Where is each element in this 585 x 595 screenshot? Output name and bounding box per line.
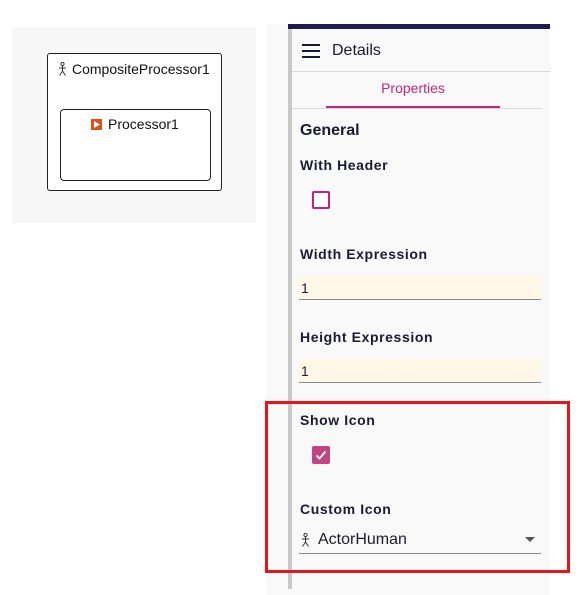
panel-resize-rail[interactable]: [288, 29, 292, 589]
panel-title: Details: [332, 42, 381, 59]
height-expression-label: Height Expression: [300, 329, 434, 345]
menu-icon[interactable]: [302, 44, 320, 58]
header-divider: [292, 71, 550, 72]
panel-header: Details: [302, 42, 381, 60]
show-icon-checkbox[interactable]: [312, 446, 330, 464]
height-expression-input[interactable]: [299, 359, 541, 383]
with-header-checkbox[interactable]: [312, 191, 330, 209]
dropdown-arrow-icon[interactable]: [525, 537, 535, 542]
custom-icon-select[interactable]: ActorHuman: [299, 526, 541, 554]
processor-label: Processor1: [108, 116, 179, 132]
composite-processor-node[interactable]: CompositeProcessor1 Processor1: [47, 53, 222, 191]
diagram-canvas[interactable]: CompositeProcessor1 Processor1: [12, 27, 256, 223]
width-expression-label: Width Expression: [300, 246, 428, 262]
composite-processor-header: CompositeProcessor1: [58, 61, 210, 77]
panel-top-bar: [288, 24, 550, 29]
play-icon: [91, 118, 102, 130]
processor-node[interactable]: Processor1: [60, 109, 211, 181]
tab-divider: [292, 108, 542, 109]
tab-properties[interactable]: Properties: [326, 80, 500, 107]
composite-processor-label: CompositeProcessor1: [72, 61, 210, 77]
section-title-general: General: [300, 122, 360, 139]
checkmark-icon: [315, 450, 327, 460]
width-expression-input[interactable]: [299, 276, 541, 300]
custom-icon-label: Custom Icon: [300, 501, 392, 517]
actor-human-icon: [59, 62, 66, 76]
processor-header: Processor1: [91, 116, 179, 132]
show-icon-label: Show Icon: [300, 412, 376, 428]
details-panel: Details Properties General With Header W…: [266, 24, 550, 595]
with-header-label: With Header: [300, 157, 389, 173]
custom-icon-value: ActorHuman: [318, 530, 407, 548]
actor-human-icon: [302, 532, 309, 547]
